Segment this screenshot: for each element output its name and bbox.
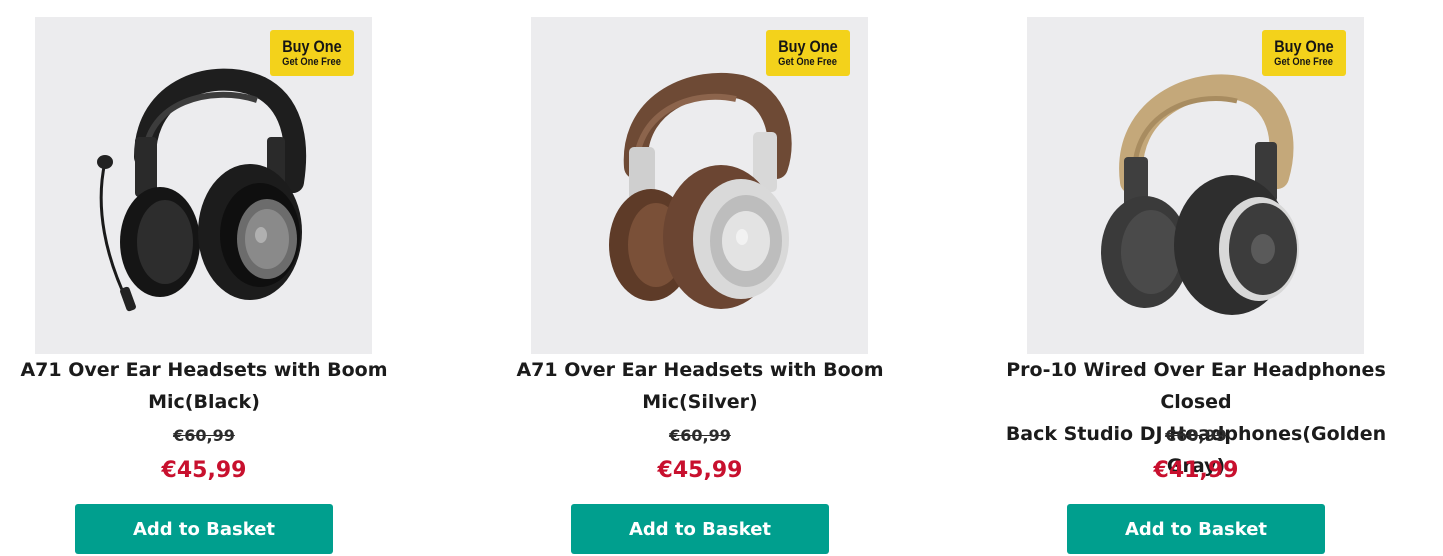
product-image[interactable]: Buy One Get One Free (531, 17, 868, 354)
original-price: €60,99 (669, 426, 731, 445)
promo-badge: Buy One Get One Free (766, 30, 850, 76)
promo-badge-line1: Buy One (282, 37, 342, 56)
product-card: Buy One Get One Free A71 Over Ear Headse… (0, 0, 414, 556)
product-image[interactable]: Buy One Get One Free (1027, 17, 1364, 354)
promo-badge-line2: Get One Free (1274, 56, 1334, 68)
promo-badge-line2: Get One Free (282, 56, 342, 68)
product-title-line1[interactable]: A71 Over Ear Headsets with Boom (0, 354, 414, 386)
product-image[interactable]: Buy One Get One Free (35, 17, 372, 354)
product-title-line2[interactable]: Mic(Silver) (490, 386, 910, 418)
product-title-line1[interactable]: Pro-10 Wired Over Ear Headphones Closed (986, 354, 1406, 418)
product-title-line2[interactable]: Mic(Black) (0, 386, 414, 418)
promo-badge: Buy One Get One Free (270, 30, 354, 76)
promo-badge-line1: Buy One (778, 37, 838, 56)
sale-price: €45,99 (657, 458, 743, 483)
product-card: Buy One Get One Free A71 Over Ear Headse… (490, 0, 910, 556)
product-title[interactable]: A71 Over Ear Headsets with Boom Mic(Silv… (490, 354, 910, 418)
product-grid: Buy One Get One Free A71 Over Ear Headse… (0, 0, 1443, 556)
add-to-basket-button[interactable]: Add to Basket (1067, 504, 1325, 554)
promo-badge: Buy One Get One Free (1262, 30, 1346, 76)
product-title[interactable]: A71 Over Ear Headsets with Boom Mic(Blac… (0, 354, 414, 418)
add-to-basket-button[interactable]: Add to Basket (571, 504, 829, 554)
promo-badge-line1: Buy One (1274, 37, 1334, 56)
add-to-basket-button[interactable]: Add to Basket (75, 504, 333, 554)
promo-badge-line2: Get One Free (778, 56, 838, 68)
sale-price: €41,99 (1153, 458, 1239, 483)
product-title-line1[interactable]: A71 Over Ear Headsets with Boom (490, 354, 910, 386)
product-card: Buy One Get One Free Pro-10 Wired Over E… (986, 0, 1406, 556)
sale-price: €45,99 (161, 458, 247, 483)
original-price: €60,99 (173, 426, 235, 445)
original-price: €60,99 (1165, 426, 1227, 445)
